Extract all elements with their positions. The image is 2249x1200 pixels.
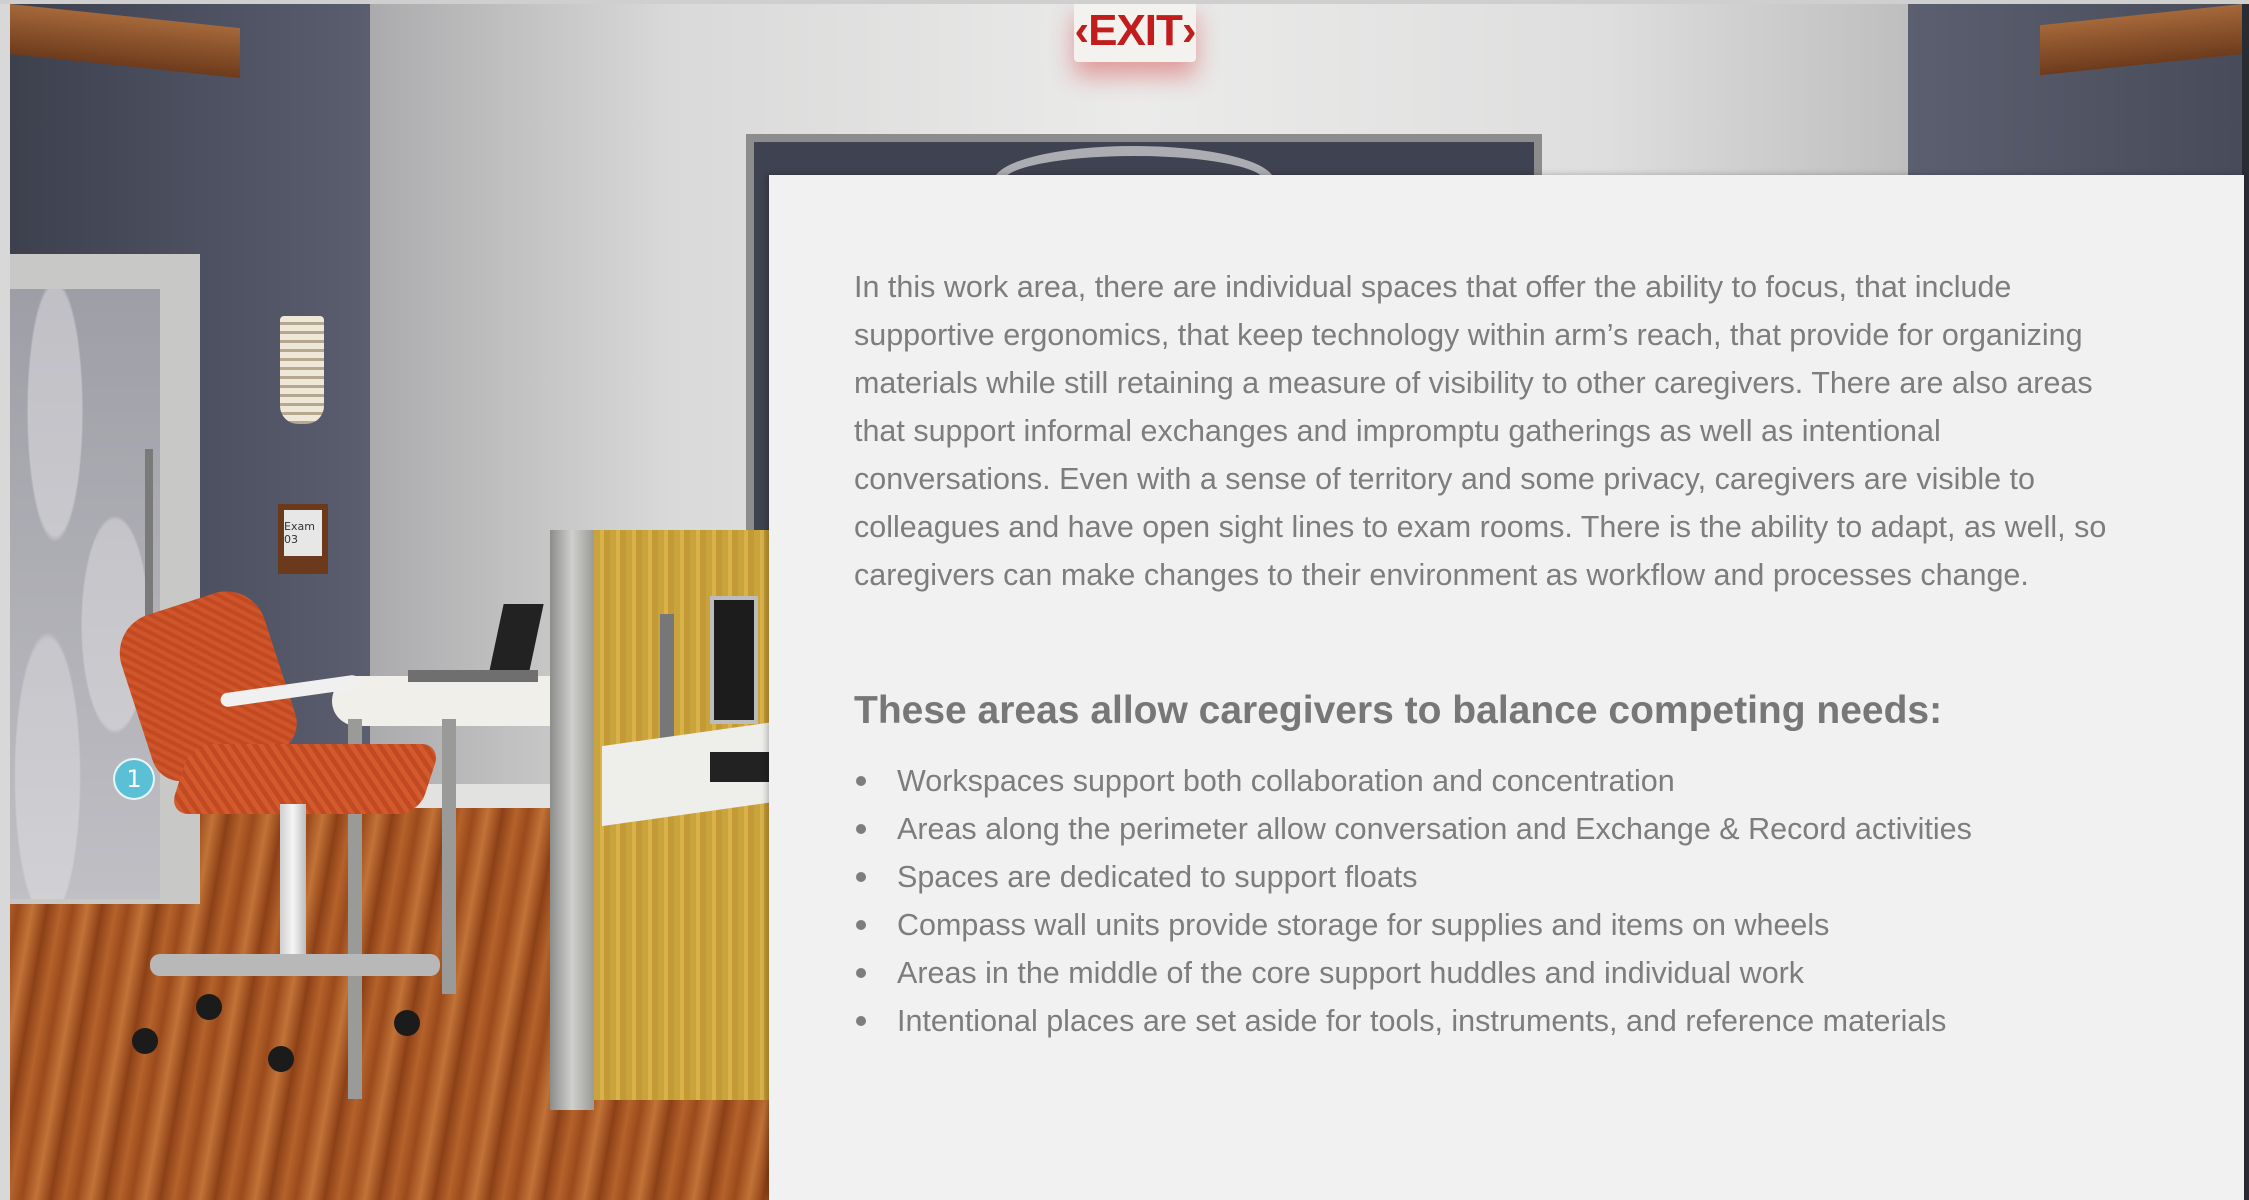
- laptop-base: [408, 670, 538, 682]
- list-item: Spaces are dedicated to support floats: [854, 853, 2154, 901]
- list-item-text: Workspaces support both collaboration an…: [897, 764, 1675, 798]
- chair-caster: [394, 1010, 420, 1036]
- list-item: Compass wall units provide storage for s…: [854, 901, 2154, 949]
- cubicle-panel-frame: [550, 530, 594, 1110]
- list-item: Areas along the perimeter allow conversa…: [854, 805, 2154, 853]
- info-panel: In this work area, there are individual …: [769, 175, 2244, 1200]
- intro-paragraph: In this work area, there are individual …: [854, 270, 2107, 592]
- frosted-glass-door: [10, 289, 160, 899]
- list-item-text: Intentional places are set aside for too…: [897, 1004, 1947, 1038]
- chair-caster: [196, 994, 222, 1020]
- list-item: Areas in the middle of the core support …: [854, 949, 2154, 997]
- desk-leg: [442, 719, 456, 994]
- monitor: [710, 596, 758, 724]
- bullet: [856, 1016, 866, 1026]
- exit-sign: ‹EXIT›: [1074, 4, 1197, 62]
- bullet: [856, 968, 866, 978]
- page: ‹EXIT› Exam 03 1 In this work area, ther…: [0, 0, 2249, 1200]
- needs-list: Workspaces support both collaboration an…: [854, 757, 2154, 1045]
- exam-room-sign-label: Exam 03: [284, 510, 322, 556]
- left-gutter: [0, 0, 10, 1200]
- chair-base: [150, 954, 440, 976]
- list-item: Workspaces support both collaboration an…: [854, 757, 2154, 805]
- top-edge: [0, 0, 2249, 4]
- list-item: Intentional places are set aside for too…: [854, 997, 2154, 1045]
- chair-caster: [132, 1028, 158, 1054]
- exam-room-sign: Exam 03: [278, 504, 328, 574]
- list-item-text: Spaces are dedicated to support floats: [897, 860, 1418, 894]
- bullet: [856, 872, 866, 882]
- bullet: [856, 776, 866, 786]
- list-item-text: Areas in the middle of the core support …: [897, 956, 1805, 990]
- list-item-text: Compass wall units provide storage for s…: [897, 908, 1830, 942]
- chair-caster: [268, 1046, 294, 1072]
- laptop: [408, 604, 548, 684]
- hotspot-marker-1[interactable]: 1: [113, 758, 155, 800]
- laptop-screen: [488, 604, 544, 676]
- needs-heading: These areas allow caregivers to balance …: [854, 689, 1943, 732]
- list-item-text: Areas along the perimeter allow conversa…: [897, 812, 1972, 846]
- bullet: [856, 920, 866, 930]
- wall-sconce: [280, 316, 324, 424]
- chair-post: [280, 804, 306, 964]
- bullet: [856, 824, 866, 834]
